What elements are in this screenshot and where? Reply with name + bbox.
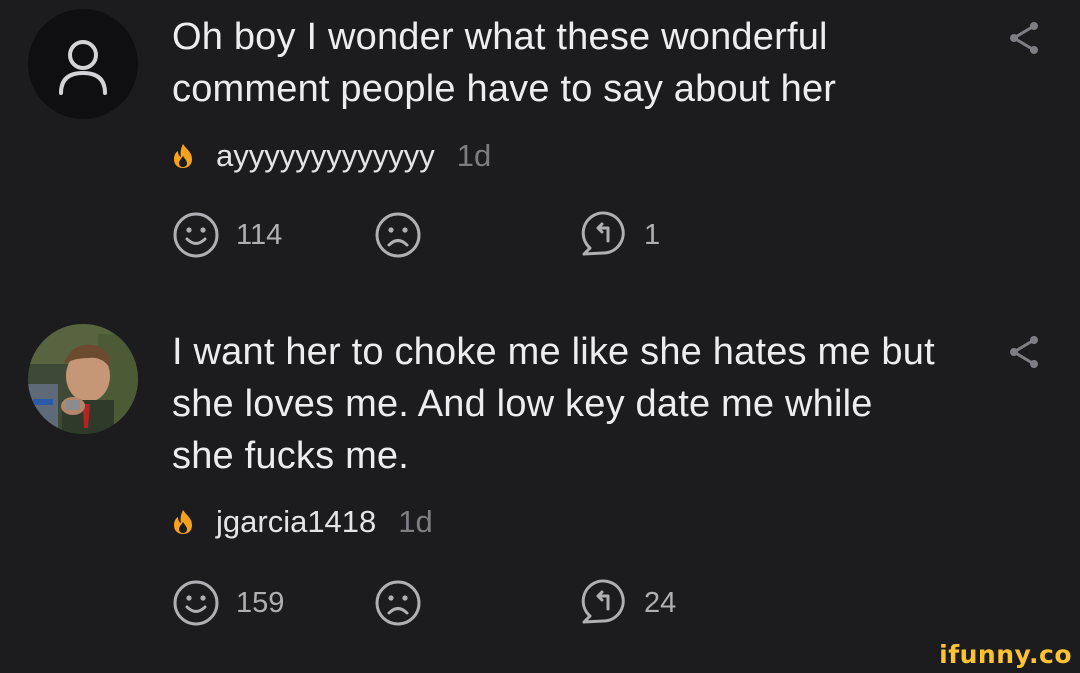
- comment-actions: 114 1: [172, 210, 872, 260]
- user-photo-avatar-icon: [28, 324, 138, 434]
- smile-icon: [173, 212, 219, 258]
- comment-2: I want her to choke me like she hates me…: [0, 300, 1080, 673]
- share-icon: [1010, 336, 1038, 368]
- comment-meta: ayyyyyyyyyyyyy 1d: [172, 136, 491, 176]
- unsmile-button[interactable]: [374, 210, 422, 260]
- reply-icon: [581, 579, 625, 624]
- reply-count: 24: [644, 586, 677, 619]
- smile-button[interactable]: 159: [172, 578, 284, 628]
- avatar[interactable]: [28, 9, 138, 119]
- comment-1: Oh boy I wonder what these wonderful com…: [0, 0, 1080, 300]
- flame-icon: [174, 144, 192, 168]
- share-button[interactable]: [1004, 18, 1044, 58]
- timestamp: 1d: [456, 138, 492, 173]
- username[interactable]: ayyyyyyyyyyyyy: [216, 138, 435, 174]
- comment-meta: jgarcia1418 1d: [172, 502, 433, 542]
- comment-text: Oh boy I wonder what these wonderful com…: [172, 16, 837, 110]
- flame-icon: [174, 510, 192, 534]
- smile-count: 159: [236, 586, 285, 619]
- reply-icon: [581, 211, 625, 256]
- user-icon: [59, 40, 107, 95]
- unsmile-button[interactable]: [374, 578, 422, 628]
- reply-button[interactable]: 1: [578, 210, 660, 260]
- username[interactable]: jgarcia1418: [216, 504, 376, 540]
- reply-button[interactable]: 24: [578, 578, 676, 628]
- frown-icon: [375, 580, 421, 626]
- avatar[interactable]: [28, 324, 138, 434]
- timestamp: 1d: [398, 504, 433, 539]
- smile-button[interactable]: 114: [172, 210, 282, 260]
- share-icon: [1010, 22, 1038, 54]
- comment-text: I want her to choke me like she hates me…: [172, 331, 935, 477]
- share-button[interactable]: [1004, 332, 1044, 372]
- comment-actions: 159 24: [172, 578, 872, 628]
- ifunny-watermark: ifunny.co: [939, 640, 1072, 669]
- frown-icon: [375, 212, 421, 258]
- smile-count: 114: [236, 218, 283, 251]
- reply-count: 1: [644, 218, 661, 251]
- smile-icon: [173, 580, 219, 626]
